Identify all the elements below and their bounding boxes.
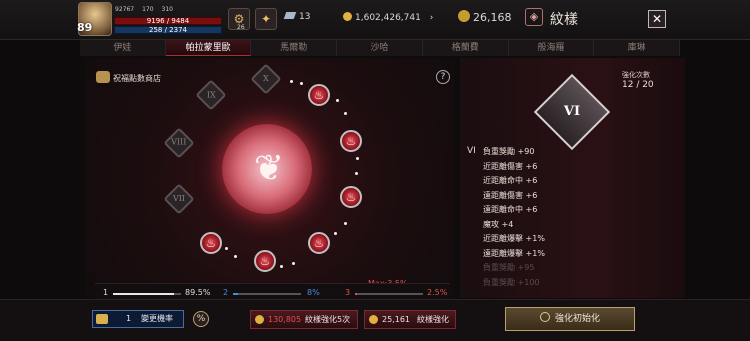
page-title: 紋樣 [550,12,578,28]
phoenix-icon: ❦ [253,148,285,189]
rate-1-label: 1 [103,288,109,297]
effect-item: 近距離爆擊 +1% [483,234,545,243]
shop-bag-icon [96,71,110,83]
node-flame-1[interactable]: ♨ [308,84,330,106]
tab-marle[interactable]: 馬爾勒 [251,40,338,56]
help-icon[interactable]: ? [436,70,450,84]
rate-3-fill [355,293,357,295]
tab-banhairo[interactable]: 般海羅 [508,40,595,56]
tab-eva[interactable]: 伊娃 [80,40,166,56]
effect-item: 魔攻 +4 [483,219,514,229]
shop-label: 祝福點數商店 [113,74,161,83]
effect-item: 遠距離命中 +6 [483,205,538,214]
rate-2-value: 8% [307,288,320,297]
node-flame-2[interactable]: ♨ [340,130,362,152]
stat-attack: 170 [142,6,154,13]
gold-coin-icon [343,12,352,21]
tab-shaha[interactable]: 沙哈 [337,40,423,56]
node-flame-3[interactable]: ♨ [340,186,362,208]
rate-2-label: 2 [223,288,229,297]
rate-count: 1 [126,314,132,323]
reset-icon [539,312,550,322]
effect-item: 負重獎勵 +100 [483,277,540,287]
rate-1-value: 89.5% [185,288,211,297]
gem-display: 13 [283,12,311,22]
currency-amount: 26,168 [473,11,512,24]
enhance-button[interactable]: 25,161 紋樣強化 [364,310,456,329]
orbit-dot [334,232,337,235]
emblem-crest-icon: ◈ [525,8,543,26]
rate-2-track [233,293,301,295]
orbit-dot [225,247,228,250]
effect-list: 負重獎勵 +90 近距離傷害 +6 近距離命中 +6 遠距離傷害 +6 遠距離命中 +6… [483,145,545,290]
percent-button[interactable]: % [193,311,209,327]
enhance-5x-button[interactable]: 130,805 紋樣強化5次 [250,310,358,329]
effect-item: 近距離命中 +6 [483,176,538,185]
tier-emblem-label: VI [563,104,581,119]
hp-bar: 9196 / 9484 [114,17,222,25]
player-level: 89 [77,21,93,34]
orbit-dot [280,265,283,268]
mp-text: 258 / 2374 [149,26,187,34]
tab-paramonrio[interactable]: 帕拉蒙里歐 [165,40,252,56]
gold-amount: 1,602,426,741 [355,13,421,23]
orbit-dot [355,172,358,175]
rate-3-track [355,293,423,295]
rate-3-label: 3 [345,288,351,297]
ticket-icon [96,314,108,324]
mp-bar: 258 / 2374 [114,26,222,34]
rate-2-fill [233,293,238,295]
rate-bars: 1 89.5% 2 8% 3 2.5% [95,283,450,299]
enhance-count-value: 12 / 20 [622,80,654,90]
close-button[interactable]: ✕ [648,10,666,28]
effect-item: 負重獎勵 +95 [483,263,535,272]
orbit-dot [234,255,237,258]
orbit-dot [300,82,303,85]
effect-item: 負重獎勵 +90 [483,147,535,156]
effect-item: 遠距離爆擊 +1% [483,248,545,258]
blessing-shop-link[interactable]: 祝福點數商店 [96,71,161,84]
stat-defense: 310 [161,6,173,13]
enhance-price: 25,161 [382,315,410,324]
coin-icon [255,315,264,324]
orbit-dot [344,222,347,225]
orbit-dot [336,99,339,102]
orbit-dot [292,262,295,265]
enhance-count-label: 強化次數 [622,71,650,79]
rate-3-value: 2.5% [427,288,448,297]
gem-icon [283,12,297,19]
enhance-5x-label: 紋樣強化5次 [305,315,351,324]
orbit-dot [290,80,293,83]
node-flame-6[interactable]: ♨ [200,232,222,254]
reset-enhance-button[interactable]: 強化初始化 [505,307,635,331]
rate-label: 變更機率 [141,314,173,323]
reset-label: 強化初始化 [554,314,600,324]
gold-display: 1,602,426,741 › [343,12,433,23]
currency-icon [458,10,470,22]
orbit-dot [356,157,359,160]
effect-item: 遠距離傷害 +6 [483,190,538,200]
effect-item: 近距離傷害 +6 [483,161,538,171]
currency-display: 26,168 [458,10,512,24]
coin-icon [369,315,378,324]
rate-1-fill [113,293,174,295]
change-rate-button[interactable]: 1 變更機率 [92,310,184,328]
chevron-right-icon[interactable]: › [430,13,434,23]
hp-text: 9196 / 9484 [146,17,190,25]
buff-count: 26 [237,24,245,31]
flame-icon[interactable]: ✦ [255,8,277,30]
node-flame-4[interactable]: ♨ [308,232,330,254]
enhance-label: 紋樣強化 [417,315,449,324]
stat-power: 92767 [115,6,135,13]
tier-label: VI [467,146,476,156]
enhance-5x-price: 130,805 [268,315,302,324]
player-stats: 92767 170 310 [115,6,173,13]
orbit-dot [344,112,347,115]
gem-count: 13 [299,12,311,22]
node-flame-5[interactable]: ♨ [254,250,276,272]
tab-grankain[interactable]: 格蘭費 [422,40,509,56]
tab-bar: 伊娃 帕拉蒙里歐 馬爾勒 沙哈 格蘭費 般海羅 庫琳 [80,40,681,56]
tab-kulin[interactable]: 庫琳 [594,40,681,56]
